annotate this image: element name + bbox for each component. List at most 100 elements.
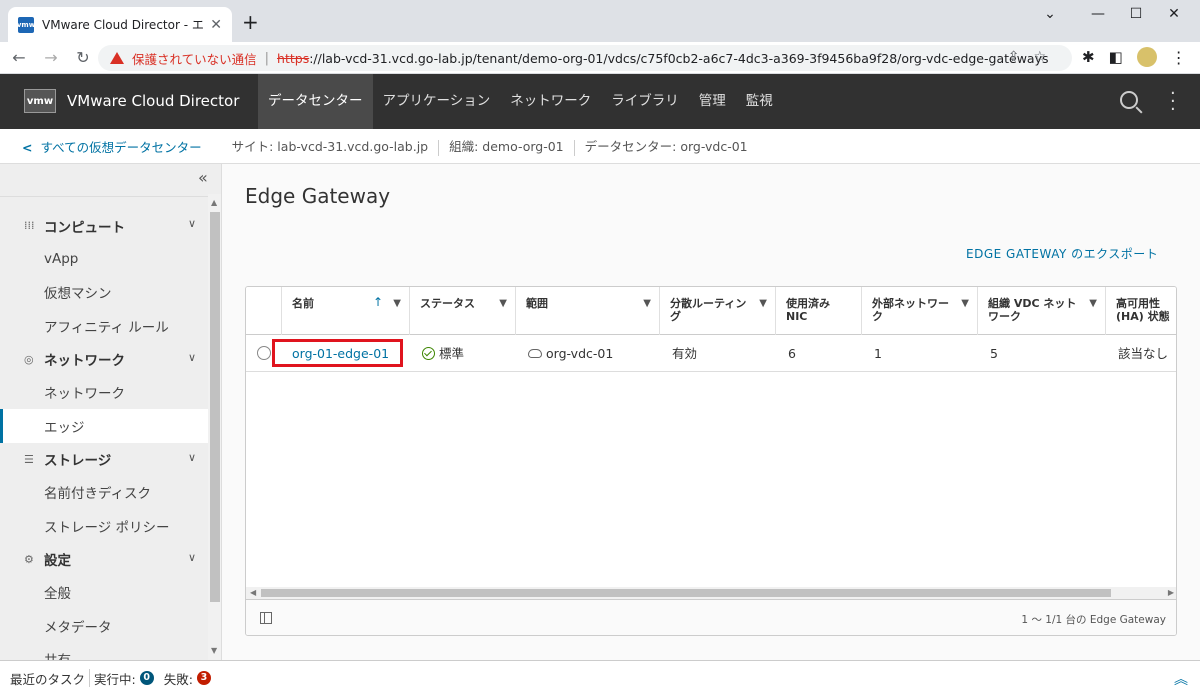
filter-icon[interactable]: ▼ — [759, 297, 767, 310]
divider — [573, 139, 575, 156]
export-edge-gateway-button[interactable]: EDGE GATEWAY のエクスポート — [966, 245, 1158, 262]
sidebar-item-metadata[interactable]: メタデータ — [0, 609, 208, 643]
chevron-left-icon: < — [22, 139, 33, 155]
profile-avatar[interactable] — [1136, 47, 1157, 67]
url-bar[interactable]: 保護されていない通信 | https ://lab-vcd-31.vcd.go-… — [98, 45, 1072, 71]
chevron-down-icon: ∨ — [187, 550, 196, 564]
sidebar-item-storage-policies[interactable]: ストレージ ポリシー — [0, 509, 208, 543]
page-title: Edge Gateway — [245, 184, 391, 208]
column-label: 名前 — [292, 297, 314, 310]
more-vertical-icon[interactable]: · · · — [1170, 85, 1176, 119]
nav-monitor[interactable]: 監視 — [736, 74, 783, 129]
sidebar-item-sharing[interactable]: 共有 — [0, 643, 208, 660]
scroll-left-icon[interactable]: ◀ — [250, 587, 256, 599]
filter-icon[interactable]: ▼ — [961, 297, 969, 310]
nav-library[interactable]: ライブラリ — [601, 74, 689, 129]
scope-text: org-vdc-01 — [546, 346, 614, 361]
recent-tasks-button[interactable]: 最近のタスク — [10, 669, 85, 688]
scroll-right-icon[interactable]: ▶ — [1168, 587, 1174, 599]
side-panel-icon[interactable]: ◧ — [1109, 48, 1123, 66]
sidebar-item-vms[interactable]: 仮想マシン — [0, 276, 208, 310]
sidebar-group-storage[interactable]: ☰ ストレージ ∨ — [0, 443, 208, 476]
search-icon[interactable] — [1120, 91, 1138, 109]
browser-menu-icon[interactable]: ⋮ — [1171, 48, 1187, 67]
table-row[interactable]: org-01-edge-01 標準 org-vdc-01 有効 6 1 5 該当… — [246, 335, 1176, 372]
url-protocol: https — [277, 50, 310, 66]
group-label: ストレージ — [44, 453, 112, 469]
column-header-org-vdc-networks[interactable]: 組織 VDC ネットワーク ▼ — [978, 287, 1106, 335]
extensions-puzzle-icon[interactable]: ✱ — [1082, 48, 1095, 66]
sidebar-item-edges[interactable]: エッジ — [0, 409, 208, 443]
scroll-down-icon[interactable]: ▼ — [211, 646, 217, 655]
running-count-badge[interactable]: 0 — [139, 671, 154, 685]
column-header-scope[interactable]: 範囲 ▼ — [516, 287, 660, 335]
sidebar-item-affinity[interactable]: アフィニティ ルール — [0, 309, 208, 343]
sidebar: « ⁞⁞⁞ コンピュート ∨ vApp 仮想マシン アフィニティ ルール ◎ ネ… — [0, 164, 222, 660]
forward-arrow-icon[interactable]: → — [38, 48, 64, 67]
back-arrow-icon[interactable]: ← — [6, 48, 32, 67]
failed-count-badge[interactable]: 3 — [196, 671, 211, 685]
group-label: ネットワーク — [44, 353, 125, 369]
sidebar-scroll-thumb[interactable] — [210, 212, 220, 602]
collapse-sidebar-icon[interactable]: « — [198, 168, 208, 187]
filter-icon[interactable]: ▼ — [393, 297, 401, 310]
sidebar-divider — [0, 196, 208, 197]
cell-ha-state: 該当なし — [1118, 346, 1169, 361]
nav-admin[interactable]: 管理 — [689, 74, 736, 129]
reload-icon[interactable]: ↻ — [70, 48, 96, 67]
minimize-icon[interactable]: — — [1088, 6, 1108, 22]
new-tab-icon[interactable]: + — [242, 12, 259, 32]
nav-applications[interactable]: アプリケーション — [373, 74, 501, 129]
scroll-up-icon[interactable]: ▲ — [211, 198, 217, 207]
sidebar-item-named-disks[interactable]: 名前付きディスク — [0, 476, 208, 510]
status-text: 標準 — [439, 346, 465, 361]
storage-icon: ☰ — [24, 452, 34, 466]
sort-ascending-icon[interactable]: ↑ — [373, 296, 383, 309]
select-column-header — [246, 287, 282, 335]
grid-horizontal-scrollbar[interactable]: ◀ ▶ — [246, 587, 1176, 599]
column-header-ha-state[interactable]: 高可用性 (HA) 状態 — [1106, 287, 1176, 335]
main-content: Edge Gateway EDGE GATEWAY のエクスポート 名前 ↑ ▼… — [222, 164, 1200, 660]
extension-toolbar: ✱ ◧ ⋮ — [1082, 47, 1187, 67]
grid-scroll-thumb[interactable] — [261, 589, 1111, 597]
sidebar-scrollbar[interactable]: ▲ ▼ — [208, 194, 221, 660]
filter-icon[interactable]: ▼ — [1089, 297, 1097, 310]
browser-tab-bar: vmw VMware Cloud Director - エッジ ✕ + ⌄ — … — [0, 0, 1200, 42]
tab-list-chevron-icon[interactable]: ⌄ — [1040, 6, 1060, 22]
column-header-name[interactable]: 名前 ↑ ▼ — [282, 287, 410, 335]
sidebar-group-network[interactable]: ◎ ネットワーク ∨ — [0, 343, 208, 376]
tab-close-icon[interactable]: ✕ — [210, 17, 222, 33]
annotation-highlight-box — [272, 339, 403, 367]
row-select-radio[interactable] — [257, 346, 271, 360]
nav-datacenter[interactable]: データセンター — [258, 74, 373, 129]
filter-icon[interactable]: ▼ — [499, 297, 507, 310]
column-header-used-nics[interactable]: 使用済み NIC — [776, 287, 862, 335]
divider — [89, 669, 91, 687]
share-star-icons[interactable]: ⇪☆ — [1008, 49, 1060, 65]
security-warning[interactable]: 保護されていない通信 — [132, 49, 257, 68]
maximize-icon[interactable]: ☐ — [1126, 6, 1146, 22]
column-header-status[interactable]: ステータス ▼ — [410, 287, 516, 335]
close-window-icon[interactable]: ✕ — [1164, 6, 1184, 22]
sidebar-item-vapp[interactable]: vApp — [0, 242, 208, 276]
nav-network[interactable]: ネットワーク — [500, 74, 601, 129]
browser-tab[interactable]: vmw VMware Cloud Director - エッジ ✕ — [8, 7, 232, 42]
column-toggle-icon[interactable] — [260, 612, 272, 624]
cell-status: 標準 — [412, 335, 464, 372]
column-header-distributed-routing[interactable]: 分散ルーティング ▼ — [660, 287, 776, 335]
task-bar: 最近のタスク 実行中: 0 失敗: 3 ︽ — [0, 660, 1200, 695]
sidebar-item-general[interactable]: 全般 — [0, 576, 208, 610]
network-icon: ◎ — [24, 352, 34, 366]
sidebar-item-networks[interactable]: ネットワーク — [0, 376, 208, 410]
column-header-external-networks[interactable]: 外部ネットワーク ▼ — [862, 287, 978, 335]
address-toolbar: ← → ↻ 保護されていない通信 | https ://lab-vcd-31.v… — [0, 42, 1200, 74]
expand-tasks-icon[interactable]: ︽ — [1174, 669, 1188, 689]
back-to-all-vdcs-link[interactable]: < すべての仮想データセンター — [22, 137, 202, 156]
sidebar-group-settings[interactable]: ⚙ 設定 ∨ — [0, 543, 208, 576]
sidebar-group-compute[interactable]: ⁞⁞⁞ コンピュート ∨ — [0, 209, 208, 242]
filter-icon[interactable]: ▼ — [643, 297, 651, 310]
column-label: 分散ルーティング — [670, 297, 747, 323]
divider — [438, 139, 440, 156]
grid-icon: ⁞⁞⁞ — [24, 219, 35, 232]
cell-scope: org-vdc-01 — [518, 335, 613, 372]
